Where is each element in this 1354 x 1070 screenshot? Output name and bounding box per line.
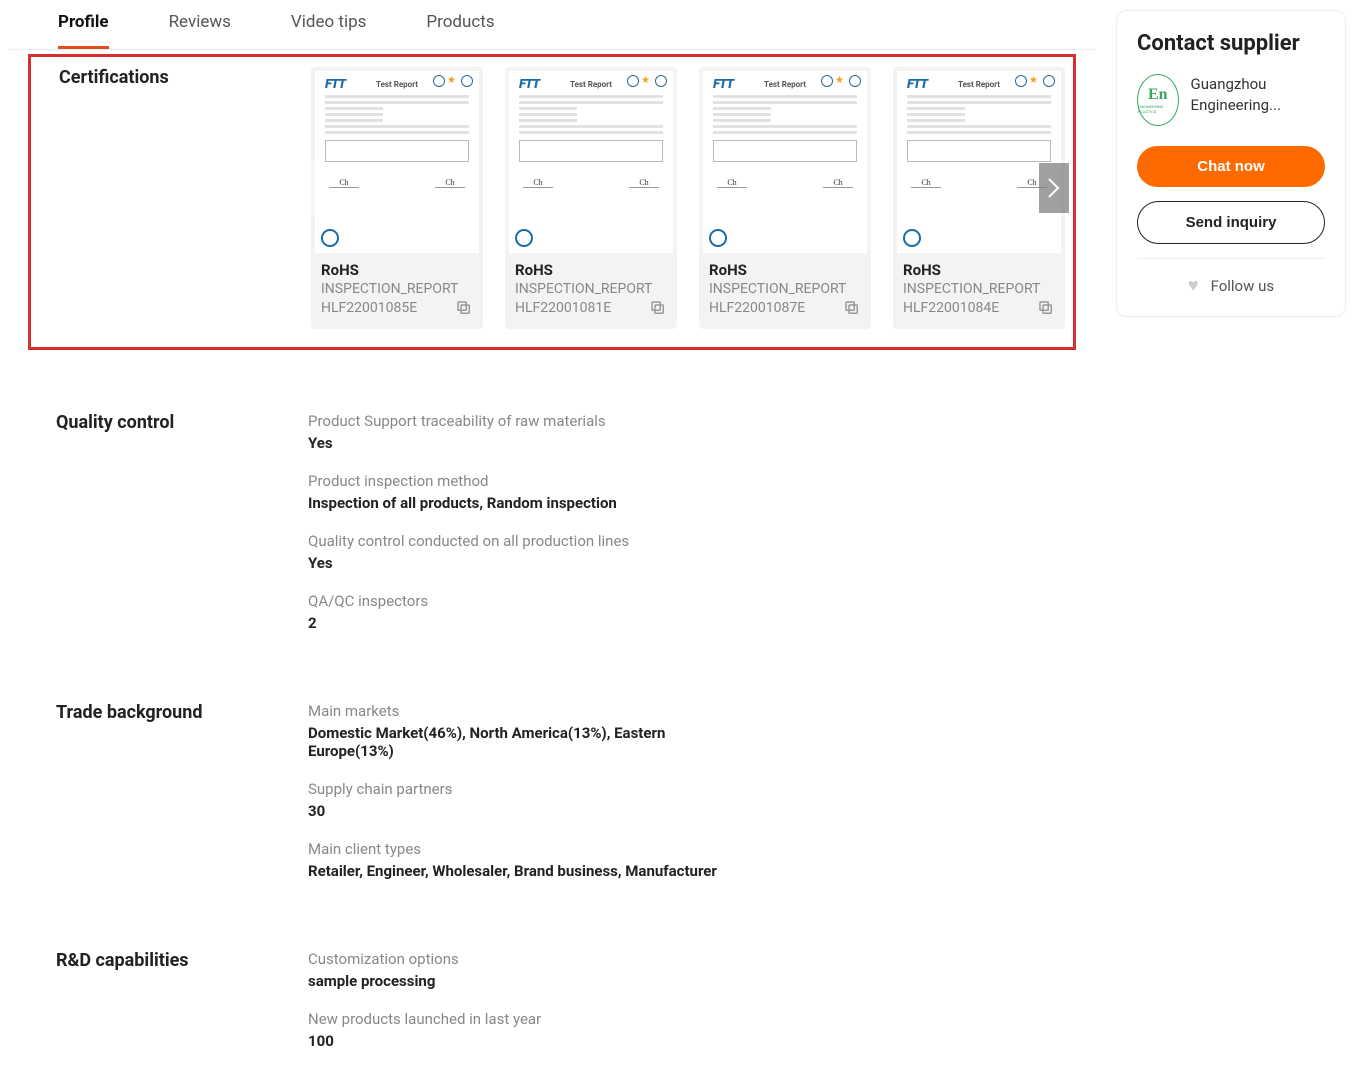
tab-products[interactable]: Products [426, 12, 494, 49]
kv-value: 100 [308, 1032, 668, 1050]
contact-supplier-panel: Contact supplier En ENGINEERING PLASTICS… [1116, 10, 1346, 317]
kv-label: Supply chain partners [308, 780, 668, 798]
certification-name: RoHS [709, 261, 861, 279]
certification-thumbnail: ★ FTT Test Report ChCh [315, 71, 479, 253]
kv-label: QA/QC inspectors [308, 592, 668, 610]
kv-value: Retailer, Engineer, Wholesaler, Brand bu… [308, 862, 1048, 880]
follow-us-button[interactable]: ♥ Follow us [1137, 258, 1325, 296]
certification-thumbnail: ★ FTT Test Report ChCh [703, 71, 867, 253]
kv-label: Main client types [308, 840, 1048, 858]
certification-card[interactable]: ★ FTT Test Report ChCh RoHS INSPECTION_R… [311, 67, 483, 329]
kv-value: sample processing [308, 972, 668, 990]
certification-name: RoHS [321, 261, 473, 279]
tab-profile[interactable]: Profile [58, 12, 109, 49]
certifications-highlight: Certifications ★ FTT Test Report Ch [28, 54, 1076, 350]
copy-icon[interactable] [455, 299, 473, 317]
heart-icon: ♥ [1188, 275, 1199, 296]
tabs-bar: Profile Reviews Video tips Products [8, 0, 1096, 50]
certification-file: INSPECTION_REPORT [515, 281, 667, 297]
main-content: Profile Reviews Video tips Products Cert… [8, 0, 1096, 1070]
copy-icon[interactable] [1037, 299, 1055, 317]
certification-thumbnail: ★ FTT Test Report ChCh [897, 71, 1061, 253]
section-rnd-capabilities: R&D capabilities Customization options sa… [8, 940, 1096, 1070]
section-title: Trade background [56, 702, 308, 880]
kv-label: Quality control conducted on all product… [308, 532, 668, 550]
kv-value: 2 [308, 614, 668, 632]
certification-file: INSPECTION_REPORT [709, 281, 861, 297]
certification-name: RoHS [515, 261, 667, 279]
chat-now-button[interactable]: Chat now [1137, 146, 1325, 187]
certification-file: INSPECTION_REPORT [903, 281, 1055, 297]
kv-label: Product Support traceability of raw mate… [308, 412, 668, 430]
certification-name: RoHS [903, 261, 1055, 279]
contact-panel-title: Contact supplier [1137, 31, 1325, 56]
certification-file-line2: HLF22001084E [903, 299, 1055, 317]
kv-value: Domestic Market(46%), North America(13%)… [308, 724, 668, 760]
supplier-logo: En ENGINEERING PLASTICS [1137, 74, 1179, 126]
chevron-right-icon [1047, 177, 1061, 199]
kv-label: New products launched in last year [308, 1010, 668, 1028]
supplier-name[interactable]: Guangzhou Engineering... [1191, 74, 1325, 116]
certification-file: INSPECTION_REPORT [321, 281, 473, 297]
follow-label: Follow us [1211, 277, 1275, 295]
copy-icon[interactable] [843, 299, 861, 317]
certification-file-line2: HLF22001085E [321, 299, 473, 317]
kv-label: Main markets [308, 702, 668, 720]
certification-thumbnail: ★ FTT Test Report ChCh [509, 71, 673, 253]
certification-file-line2: HLF22001081E [515, 299, 667, 317]
carousel-next-button[interactable] [1039, 163, 1069, 213]
copy-icon[interactable] [649, 299, 667, 317]
certification-file-line2: HLF22001087E [709, 299, 861, 317]
section-trade-background: Trade background Main markets Domestic Ma… [8, 692, 1096, 900]
section-title: R&D capabilities [56, 950, 308, 1050]
certification-card[interactable]: ★ FTT Test Report ChCh RoHS INSPECTION_R… [699, 67, 871, 329]
section-quality-control: Quality control Product Support traceabi… [8, 402, 1096, 652]
kv-label: Product inspection method [308, 472, 668, 490]
section-title: Quality control [56, 412, 308, 632]
kv-value: Inspection of all products, Random inspe… [308, 494, 668, 512]
kv-label: Customization options [308, 950, 668, 968]
kv-value: 30 [308, 802, 668, 820]
section-title-certifications: Certifications [59, 67, 311, 329]
certification-carousel: ★ FTT Test Report ChCh RoHS INSPECTION_R… [311, 67, 1065, 329]
tab-reviews[interactable]: Reviews [169, 12, 231, 49]
kv-value: Yes [308, 434, 668, 452]
send-inquiry-button[interactable]: Send inquiry [1137, 201, 1325, 244]
certification-card[interactable]: ★ FTT Test Report ChCh RoHS INSPECTION_R… [505, 67, 677, 329]
tab-video-tips[interactable]: Video tips [291, 12, 367, 49]
kv-value: Yes [308, 554, 668, 572]
